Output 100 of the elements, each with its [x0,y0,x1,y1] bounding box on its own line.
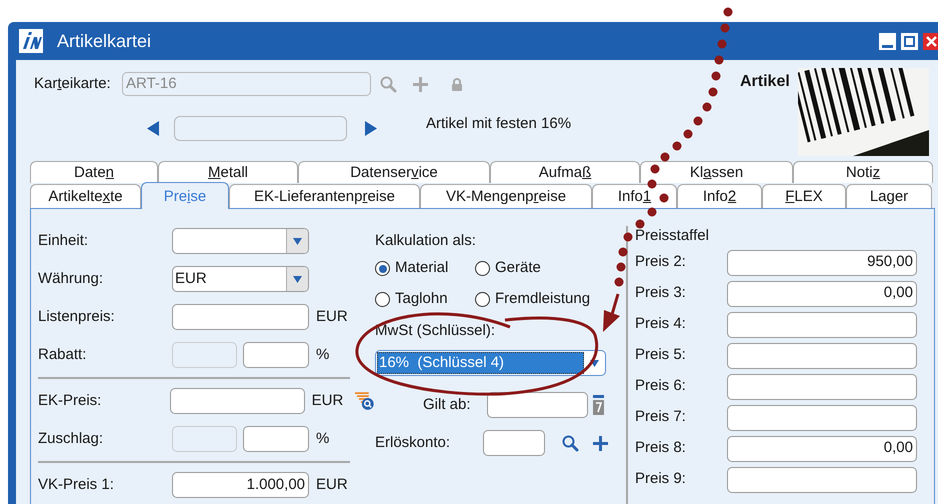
annotation-dot [702,102,712,112]
field-label: Preis 9: [635,469,687,490]
search-icon[interactable] [562,434,579,452]
annotation-dot [660,152,670,162]
account-field[interactable] [483,430,545,456]
price-field[interactable] [727,404,917,430]
price-field[interactable] [727,312,917,338]
input-field[interactable]: 1.000,00 [172,472,309,498]
annotation-dot [660,194,668,202]
annotation-dot [650,164,660,174]
field-label: Erlöskonto: [375,432,452,453]
field-label: Preis 3: [635,283,687,304]
field-label: Einheit: [38,230,90,251]
price-field[interactable]: 950,00 [727,250,917,276]
tab[interactable]: Lager [846,184,932,208]
field-label: Zuschlag: [38,428,104,449]
section-label: Kalkulation als: [375,230,477,251]
field-label: Karteikarte: [34,74,112,94]
price-field[interactable] [727,342,917,368]
tab[interactable]: VK-Mengenpreise [420,184,592,208]
article-note: Artikel mit festen 16% [426,114,572,134]
unit-label: EUR [312,390,344,411]
annotation-dot [648,208,656,216]
navigation-field[interactable] [174,116,347,141]
dropdown[interactable] [172,228,309,254]
unit-label: EUR [316,474,348,495]
input-field[interactable] [172,342,237,368]
dropdown[interactable]: EUR [172,266,309,292]
field-label: EK-Preis: [38,390,102,411]
unit-label: EUR [316,306,348,327]
date-field[interactable] [487,392,588,418]
input-field[interactable] [243,426,309,452]
annotation-dot [708,88,718,96]
field-label: Preis 5: [635,345,687,366]
tab[interactable]: Klassen [640,161,793,183]
tab[interactable]: Info1 [592,184,677,208]
annotation-dot [672,142,682,150]
annotation-dot [724,8,732,16]
close-button[interactable] [923,32,938,50]
window-title: Artikelkartei [57,30,152,52]
radio-icon[interactable] [375,292,390,307]
tab[interactable]: EK-Lieferantenpreise [229,184,420,208]
tab[interactable]: Artikeltexte [30,184,141,208]
tab[interactable]: Daten [30,161,158,183]
annotation-dot [718,40,726,48]
price-field[interactable]: 0,00 [727,280,917,306]
price-field[interactable] [727,374,917,400]
field-label: Preis 8: [635,438,687,458]
tab[interactable]: Info2 [677,184,762,208]
radio-option[interactable]: Material [375,257,448,280]
annotation-dot [614,278,624,286]
unit-label: % [316,428,330,449]
unit-label: % [316,344,330,365]
radio-icon[interactable] [475,261,490,276]
field-label: VK-Preis 1: [38,474,115,495]
annotation-dot [694,116,702,126]
annotation-dot [618,248,628,256]
radio-icon[interactable] [475,292,490,307]
input-field[interactable] [170,388,305,414]
maximize-button[interactable] [901,32,918,50]
calendar-icon[interactable] [593,395,604,415]
tab[interactable]: Aufmaß [490,161,640,183]
annotation-dot [712,72,720,80]
vat-dropdown[interactable]: 16% (Schlüssel 4) [375,350,606,376]
annotation-dot [648,180,656,188]
field-label: Rabatt: [38,344,88,365]
radio-option[interactable]: Fremdleistung [475,288,590,311]
radio-icon[interactable] [375,261,390,276]
price-field[interactable]: 0,00 [727,436,917,462]
field-label: Gilt ab: [423,394,472,415]
field-label: Preis 7: [635,407,687,428]
tab[interactable]: Metall [158,161,298,183]
section-title: Preisstaffel [635,226,710,246]
radio-option[interactable]: Geräte [475,257,541,280]
next-arrow-icon[interactable] [365,121,377,136]
annotation-dot [636,220,644,228]
annotation-dot [684,130,692,138]
tab[interactable]: Preise [141,182,229,209]
input-field[interactable] [172,304,309,330]
tab[interactable]: Notiz [793,161,933,183]
tab[interactable]: Datenservice [298,161,490,183]
price-lookup-icon[interactable] [354,391,375,411]
field-label: Preis 4: [635,314,687,334]
annotation-dot [720,24,730,32]
annotation-dot [714,56,724,64]
plus-icon[interactable] [592,434,609,452]
field-label: MwSt (Schlüssel): [375,320,496,341]
minimize-button[interactable] [879,32,896,50]
field-label: Listenpreis: [38,306,116,327]
app-logo-icon [19,29,43,53]
tab[interactable]: FLEX [762,184,846,208]
input-field[interactable] [172,426,237,452]
previous-arrow-icon[interactable] [147,121,159,136]
price-field[interactable] [727,466,917,492]
input-field[interactable] [243,342,309,368]
field-label: Preis 6: [635,376,687,396]
annotation-arrow [603,294,620,332]
article-heading: Artikel [740,72,790,92]
radio-option[interactable]: Taglohn [375,288,448,311]
annotation-dot [616,262,626,272]
